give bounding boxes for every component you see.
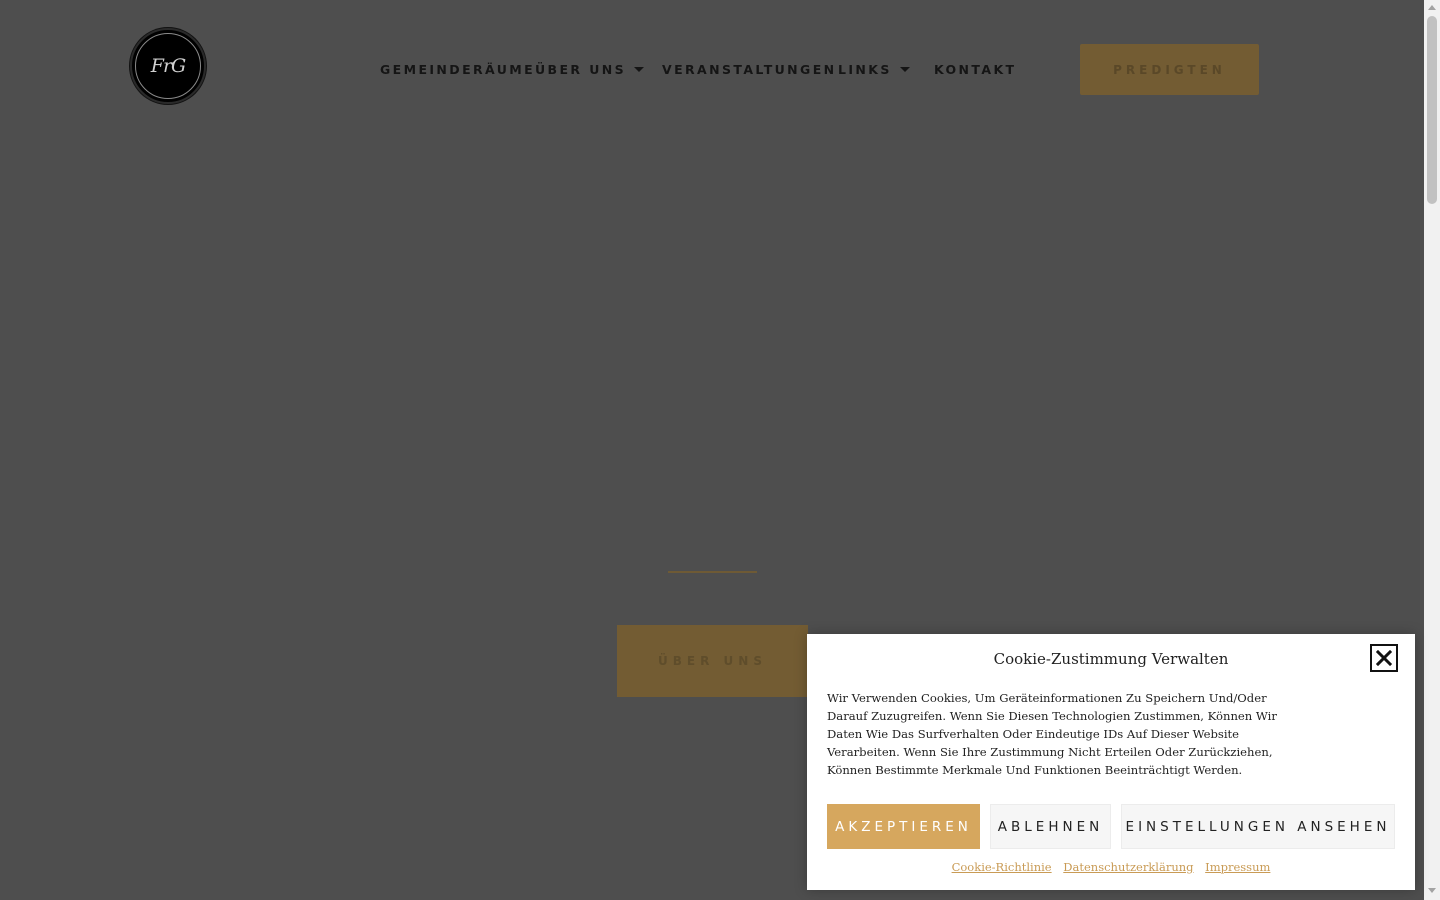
close-button[interactable]	[1370, 644, 1398, 672]
site-logo[interactable]: FrG	[130, 28, 206, 104]
caret-down-icon	[899, 67, 910, 72]
nav-item-veranstaltungen[interactable]: VERANSTALTUNGEN	[662, 60, 837, 80]
cookie-links: Cookie-Richtlinie Datenschutzerklärung I…	[807, 860, 1415, 874]
page-scrollbar[interactable]	[1424, 0, 1440, 900]
close-icon	[1376, 650, 1392, 666]
nav-item-label: LINKS	[838, 62, 892, 77]
accept-button[interactable]: AKZEPTIEREN	[827, 804, 980, 849]
scroll-up-arrow-icon[interactable]	[1428, 5, 1436, 10]
scroll-thumb[interactable]	[1427, 16, 1437, 204]
scroll-down-arrow-icon[interactable]	[1428, 888, 1436, 893]
cookie-policy-link[interactable]: Cookie-Richtlinie	[952, 860, 1052, 874]
hero-divider	[668, 571, 757, 573]
ueber-uns-button[interactable]: ÜBER UNS	[617, 625, 808, 697]
deny-button[interactable]: ABLEHNEN	[990, 804, 1111, 849]
nav-item-label: ÜBER UNS	[535, 62, 627, 77]
view-settings-button[interactable]: EINSTELLUNGEN ANSEHEN	[1121, 804, 1395, 849]
nav-item-links[interactable]: LINKS	[838, 60, 910, 80]
cookie-description: Wir Verwenden Cookies, Um Geräteinformat…	[827, 691, 1277, 777]
logo-ring: FrG	[135, 33, 201, 99]
predigten-button[interactable]: PREDIGTEN	[1080, 44, 1259, 95]
nav-item-gemeinderaeume[interactable]: GEMEINDERÄUME	[380, 60, 535, 80]
caret-down-icon	[634, 67, 645, 72]
nav-item-ueber-uns[interactable]: ÜBER UNS	[535, 60, 645, 80]
nav-item-label: GEMEINDERÄUME	[380, 62, 536, 77]
logo-monogram: FrG	[150, 55, 186, 77]
cookie-consent-panel: Cookie-Zustimmung Verwalten Wir Verwende…	[807, 634, 1415, 890]
cookie-title: Cookie-Zustimmung Verwalten	[993, 650, 1229, 668]
nav-item-label: VERANSTALTUNGEN	[662, 62, 837, 77]
nav-item-label: KONTAKT	[934, 62, 1017, 77]
privacy-policy-link[interactable]: Datenschutzerklärung	[1063, 860, 1193, 874]
site-header: FrG GEMEINDERÄUME ÜBER UNS VERANSTALTUNG…	[0, 0, 1424, 130]
imprint-link[interactable]: Impressum	[1205, 860, 1270, 874]
nav-item-kontakt[interactable]: KONTAKT	[934, 60, 1016, 80]
